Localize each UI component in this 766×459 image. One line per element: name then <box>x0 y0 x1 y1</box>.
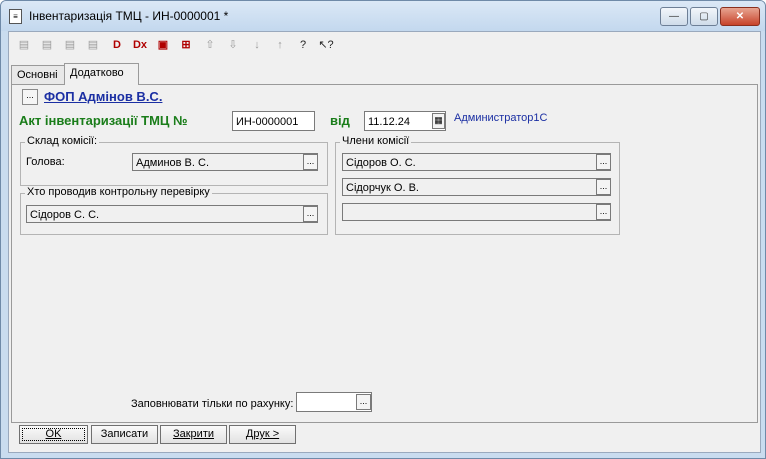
print-button-label: Друк > <box>245 428 280 440</box>
inspector-group: Хто проводив контрольну перевірку Сідоро… <box>20 186 328 235</box>
ok-button-label: OK <box>45 428 62 440</box>
date-label: від <box>330 113 350 128</box>
inspector-select-button[interactable]: ... <box>303 206 318 222</box>
close-button[interactable]: Закрити <box>160 425 227 444</box>
account-label: Заповнювати тільки по рахунку: <box>131 398 294 410</box>
maximize-button[interactable]: ▢ <box>690 7 718 26</box>
document-icon: ≡ <box>9 9 22 24</box>
mark-delete-icon[interactable]: D <box>109 37 125 53</box>
end-edit-icon[interactable]: Dx <box>132 37 148 53</box>
print-button[interactable]: Друк > <box>229 425 296 444</box>
fill-icon[interactable]: ▣ <box>155 37 171 53</box>
calendar-icon[interactable]: ▦ <box>432 113 445 129</box>
minimize-button[interactable]: — <box>660 7 688 26</box>
org-select-button[interactable]: ... <box>22 89 38 105</box>
tab-panel: ... ФОП Адмінов В.С. Акт інвентаризації … <box>11 84 758 423</box>
edit-row-icon[interactable]: ▤ <box>62 37 78 53</box>
save-button[interactable]: Записати <box>91 425 158 444</box>
author-label: Администратор1С <box>454 112 548 124</box>
head-label: Голова: <box>26 156 65 168</box>
account-select-button[interactable]: ... <box>356 394 371 410</box>
head-field[interactable]: Админов В. С. <box>132 153 318 171</box>
doc-title: Акт інвентаризації ТМЦ № <box>19 113 188 128</box>
help-icon[interactable]: ? <box>295 37 311 53</box>
title-bar[interactable]: ≡ Інвентаризація ТМЦ - ИН-0000001 * — ▢ … <box>1 1 765 31</box>
window-title: Інвентаризація ТМЦ - ИН-0000001 * <box>29 9 229 23</box>
sort-asc-icon[interactable]: ↓ <box>249 37 265 53</box>
sort-desc-icon[interactable]: ↑ <box>272 37 288 53</box>
select-icon[interactable]: ⊞ <box>178 37 194 53</box>
inspector-field[interactable]: Сідоров С. С. <box>26 205 318 223</box>
move-down-icon[interactable]: ⇩ <box>225 37 241 53</box>
members-group-label: Члени комісії <box>340 135 412 147</box>
member-field[interactable]: Сідорчук О. В. <box>342 178 611 196</box>
tab-additional[interactable]: Додатково <box>64 63 139 85</box>
commission-group: Склад комісії: Голова: Админов В. С. ... <box>20 135 328 186</box>
toolbar: ▤ ▤ ▤ ▤ D Dx ▣ ⊞ ⇧ ⇩ ↓ ↑ ? ↖? <box>9 32 760 58</box>
member-select-button[interactable]: ... <box>596 204 611 220</box>
move-up-icon[interactable]: ⇧ <box>202 37 218 53</box>
inspector-group-label: Хто проводив контрольну перевірку <box>25 186 212 198</box>
org-name-link[interactable]: ФОП Адмінов В.С. <box>44 89 162 104</box>
close-button-label: Закрити <box>172 428 215 440</box>
delete-row-icon[interactable]: ▤ <box>85 37 101 53</box>
close-window-button[interactable]: ✕ <box>720 7 760 26</box>
add-row-icon[interactable]: ▤ <box>16 37 32 53</box>
form-client-area: ▤ ▤ ▤ ▤ D Dx ▣ ⊞ ⇧ ⇩ ↓ ↑ ? ↖? Основні До… <box>8 31 761 453</box>
commission-group-label: Склад комісії: <box>25 135 100 147</box>
members-group: Члени комісії Сідоров О. С. ... Сідорчук… <box>335 135 620 235</box>
doc-number-field[interactable]: ИН-0000001 <box>232 111 315 131</box>
head-select-button[interactable]: ... <box>303 154 318 170</box>
main-window: ≡ Інвентаризація ТМЦ - ИН-0000001 * — ▢ … <box>0 0 766 459</box>
member-field[interactable]: Сідоров О. С. <box>342 153 611 171</box>
copy-row-icon[interactable]: ▤ <box>39 37 55 53</box>
whats-this-icon[interactable]: ↖? <box>318 37 334 53</box>
member-select-button[interactable]: ... <box>596 179 611 195</box>
member-field[interactable] <box>342 203 611 221</box>
ok-button[interactable]: OK <box>19 425 88 444</box>
member-select-button[interactable]: ... <box>596 154 611 170</box>
